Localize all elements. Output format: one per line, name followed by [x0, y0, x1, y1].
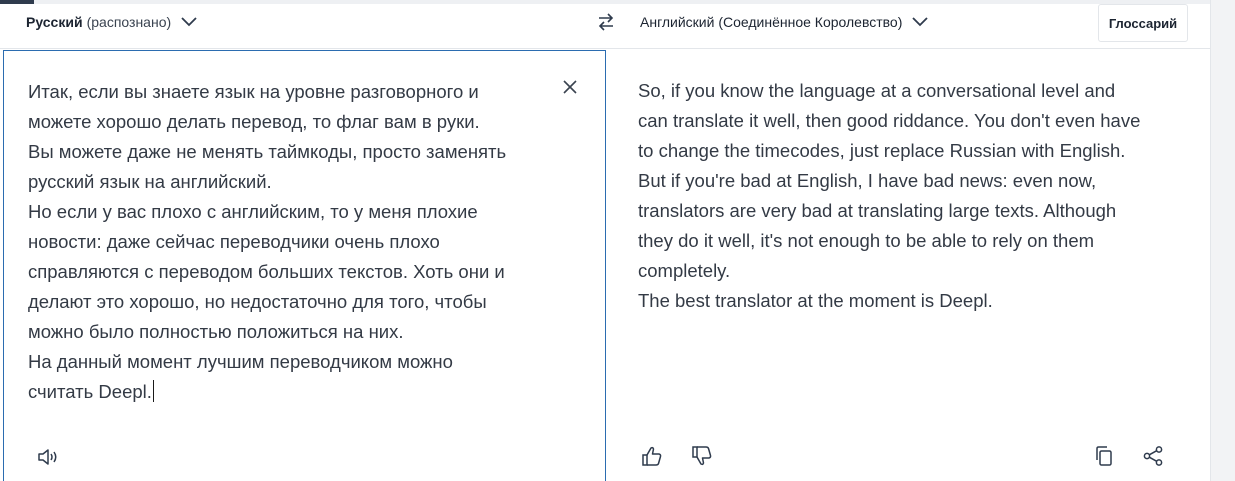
thumbs-up-icon: [641, 445, 663, 467]
swap-languages-button[interactable]: [594, 10, 618, 34]
share-translation-button[interactable]: [1139, 442, 1167, 470]
source-language-select[interactable]: Русский (распознано): [26, 4, 197, 40]
dislike-translation-button[interactable]: [688, 442, 716, 470]
copy-icon: [1094, 445, 1114, 467]
translator-header: Русский (распознано) Английский (Соединё…: [0, 4, 1210, 48]
target-language-select[interactable]: Английский (Соединённое Королевство): [640, 4, 929, 40]
source-language-detected: (распознано): [86, 14, 172, 30]
target-text-panel: So, if you know the language at a conver…: [606, 50, 1210, 481]
source-text-panel[interactable]: Итак, если вы знаете язык на уровне разг…: [3, 50, 606, 481]
share-icon: [1142, 445, 1164, 467]
close-icon: [563, 80, 577, 94]
target-text: So, if you know the language at a conver…: [638, 80, 1141, 311]
header-divider: [0, 48, 1210, 49]
target-language-name: Английский (Соединённое Королевство): [640, 14, 903, 30]
source-text: Итак, если вы знаете язык на уровне разг…: [28, 81, 507, 402]
chevron-down-icon: [181, 17, 197, 27]
swap-icon: [596, 12, 616, 32]
speaker-icon: [37, 447, 59, 467]
thumbs-down-icon: [691, 445, 713, 467]
listen-source-button[interactable]: [34, 443, 62, 471]
glossary-button[interactable]: Глоссарий: [1098, 4, 1188, 42]
chevron-down-icon: [912, 17, 929, 27]
source-text-area[interactable]: Итак, если вы знаете язык на уровне разг…: [28, 77, 548, 407]
copy-translation-button[interactable]: [1090, 442, 1118, 470]
source-language-name: Русский: [26, 14, 83, 30]
clear-text-button[interactable]: [560, 77, 580, 97]
right-scroll-rail: [1210, 0, 1235, 481]
text-caret: [152, 380, 154, 402]
like-translation-button[interactable]: [638, 442, 666, 470]
